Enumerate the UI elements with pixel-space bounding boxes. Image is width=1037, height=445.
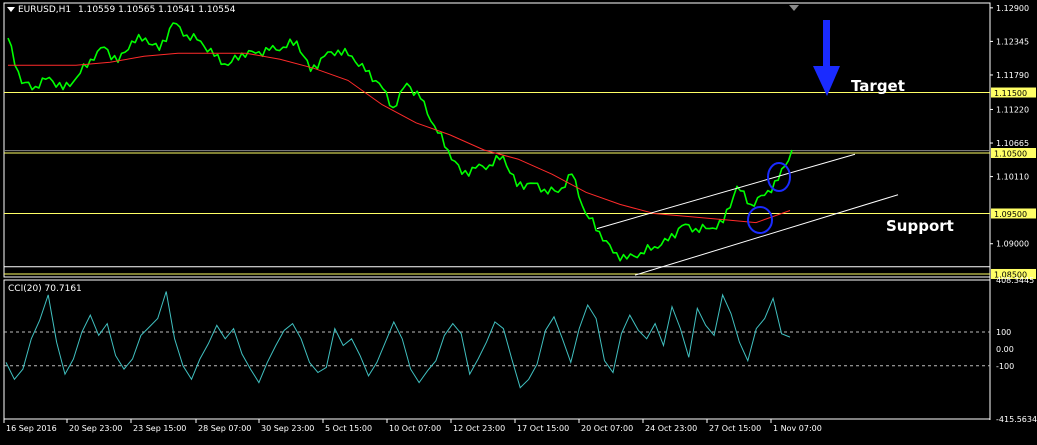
target-arrow-shaft [823,20,830,70]
cci-axis-label: 0.00 [996,345,1014,354]
moving-average-line [8,52,791,224]
price-axis-label: 1.10665 [996,139,1029,148]
time-axis-label: 24 Oct 23:00 [645,424,697,433]
target-annotation: Target [851,77,905,95]
price-series-line [7,22,793,262]
cci-axis-label: 408.3445 [996,276,1034,285]
shift-marker-icon[interactable] [789,5,799,11]
cci-series-line [5,291,791,389]
price-axis-label: 1.09000 [996,240,1029,249]
target-arrow-icon [813,66,840,96]
indicator-panel-frame [3,279,991,420]
time-axis-label: 16 Sep 2016 [6,424,57,433]
symbol-label: EURUSD,H1 1.10559 1.10565 1.10541 1.1055… [18,5,235,15]
chart-canvas: 1.115001.105001.095001.085001.129001.123… [3,2,1037,433]
ohlc-values: 1.10559 1.10565 1.10541 1.10554 [78,5,236,15]
cci-axis-label: 100 [996,328,1011,337]
symbol-name: EURUSD,H1 [18,5,72,15]
cci-axis-label: -100 [996,362,1014,371]
time-axis-label: 28 Sep 07:00 [198,424,251,433]
chart-menu-arrow-icon[interactable] [7,7,15,12]
time-axis-label: 10 Oct 07:00 [389,424,441,433]
channel-upper-line [596,153,856,230]
chart-window: 1.11500 1.10500 1.09500 1.08500 1.12900 1.123… [0,0,1037,441]
channel-lower-line [634,194,899,276]
price-axis-label: 1.12345 [996,37,1029,46]
retest-circle [747,206,773,234]
time-axis-label: 23 Sep 15:00 [133,424,186,433]
price-axis-label: 1.11220 [996,105,1029,114]
price-axis-label: 1.12900 [996,4,1029,13]
price-axis-label: 1.10110 [996,173,1029,182]
level-price-label: 1.09500 [994,210,1027,219]
level-price-label: 1.10500 [994,150,1027,159]
time-axis-label: 17 Oct 15:00 [517,424,569,433]
time-axis-label: 30 Sep 23:00 [261,424,314,433]
time-axis-label: 12 Oct 23:00 [453,424,505,433]
time-axis-label: 1 Nov 07:00 [773,424,822,433]
time-axis-label: 27 Oct 15:00 [709,424,761,433]
price-axis-label: 1.11790 [996,71,1029,80]
level-price-label: 1.11500 [994,89,1027,98]
cci-axis-label: -415.5634 [996,415,1037,424]
time-axis-label: 5 Oct 15:00 [325,424,372,433]
time-axis-label: 20 Oct 07:00 [581,424,633,433]
cci-label: CCI(20) 70.7161 [8,284,82,294]
time-axis-label: 20 Sep 23:00 [69,424,122,433]
support-annotation: Support [886,217,954,235]
